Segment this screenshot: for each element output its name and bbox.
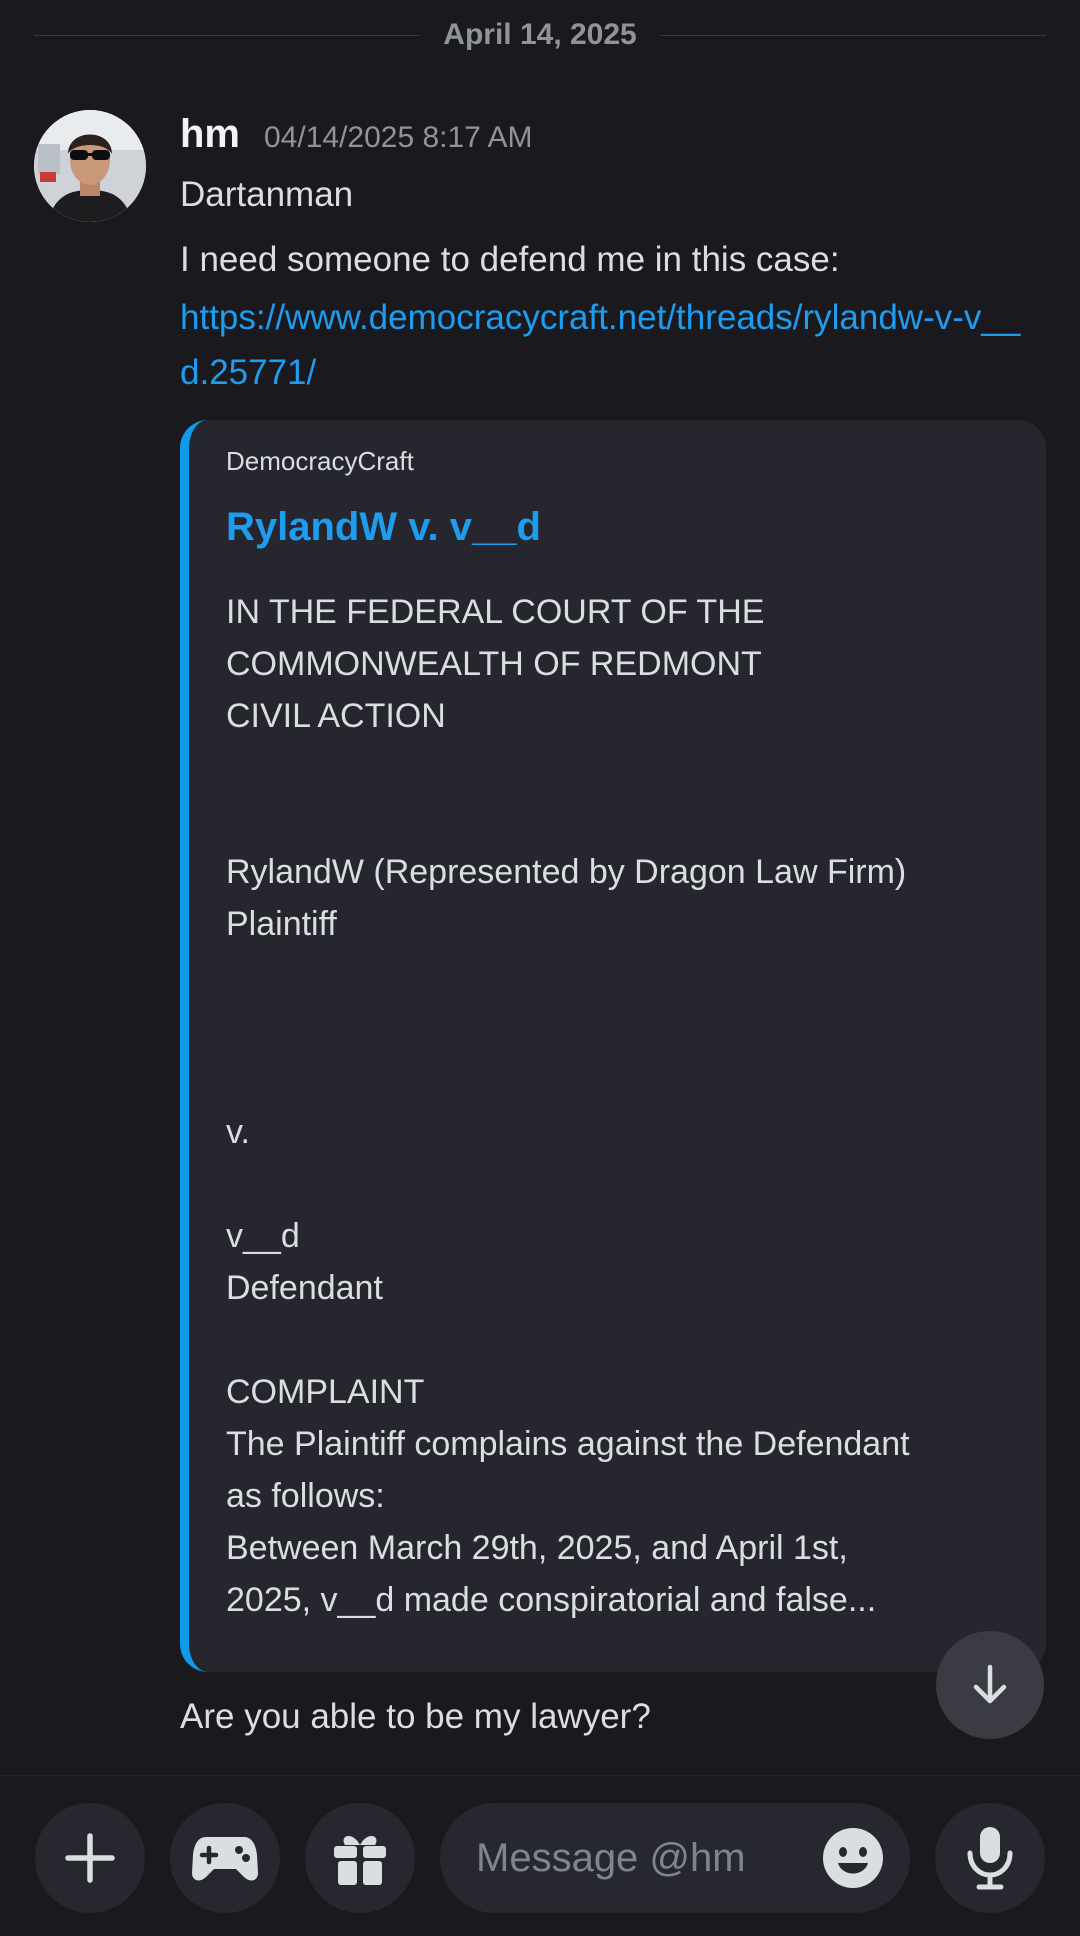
avatar[interactable]: [34, 110, 146, 222]
divider-line-left: [34, 34, 420, 36]
add-attachment-button[interactable]: [35, 1803, 145, 1913]
date-label: April 14, 2025: [443, 18, 637, 51]
avatar-image: [34, 110, 146, 222]
embed-description: IN THE FEDERAL COURT OF THE COMMONWEALTH…: [226, 593, 910, 1619]
case-link[interactable]: https://www.democracycraft.net/threads/r…: [180, 290, 1040, 400]
message-line: I need someone to defend me in this case…: [180, 240, 840, 279]
activities-button[interactable]: [170, 1803, 280, 1913]
plus-icon: [65, 1833, 115, 1883]
message-input-placeholder: Message @hm: [476, 1836, 746, 1880]
message-composer: Message @hm: [0, 1775, 1080, 1936]
gift-button[interactable]: [305, 1803, 415, 1913]
gift-icon: [334, 1835, 386, 1885]
voice-message-button[interactable]: [935, 1803, 1045, 1913]
embed-provider[interactable]: DemocracyCraft: [226, 446, 414, 477]
username[interactable]: hm: [180, 112, 240, 157]
link-embed: DemocracyCraft RylandW v. v__d IN THE FE…: [180, 420, 1046, 1672]
message-header: hm 04/14/2025 8:17 AM: [180, 112, 533, 157]
divider-line-right: [660, 34, 1047, 36]
followup-message: Are you able to be my lawyer?: [180, 1697, 651, 1736]
embed-title[interactable]: RylandW v. v__d: [226, 505, 541, 550]
date-divider: April 14, 2025: [34, 15, 1047, 55]
gamepad-icon: [192, 1837, 258, 1881]
jump-to-bottom-button[interactable]: [936, 1631, 1044, 1739]
microphone-icon: [967, 1827, 1013, 1890]
message-line: Dartanman: [180, 175, 354, 214]
emoji-icon[interactable]: [822, 1827, 884, 1889]
arrow-down-icon: [973, 1664, 1007, 1704]
message-timestamp: 04/14/2025 8:17 AM: [264, 121, 533, 154]
message-input[interactable]: Message @hm: [440, 1803, 910, 1913]
